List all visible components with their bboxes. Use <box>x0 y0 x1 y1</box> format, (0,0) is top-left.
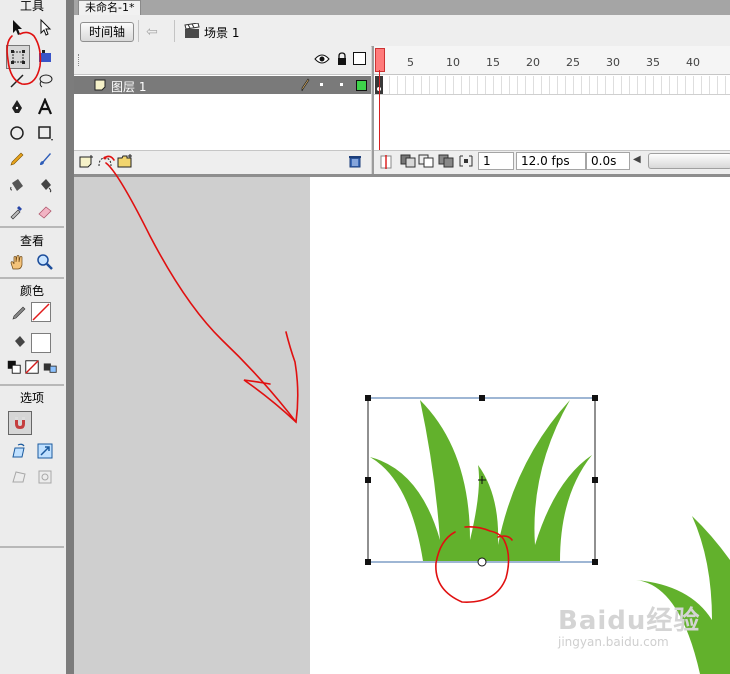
stage-artwork <box>6 31 730 674</box>
watermark-url: jingyan.baidu.com <box>558 635 669 649</box>
red-annotations <box>6 31 513 603</box>
watermark-logo-text: Baidu经验 <box>558 606 701 636</box>
watermark: Baidu经验 jingyan.baidu.com <box>558 600 700 649</box>
grass-shape-right[interactable] <box>636 516 730 674</box>
